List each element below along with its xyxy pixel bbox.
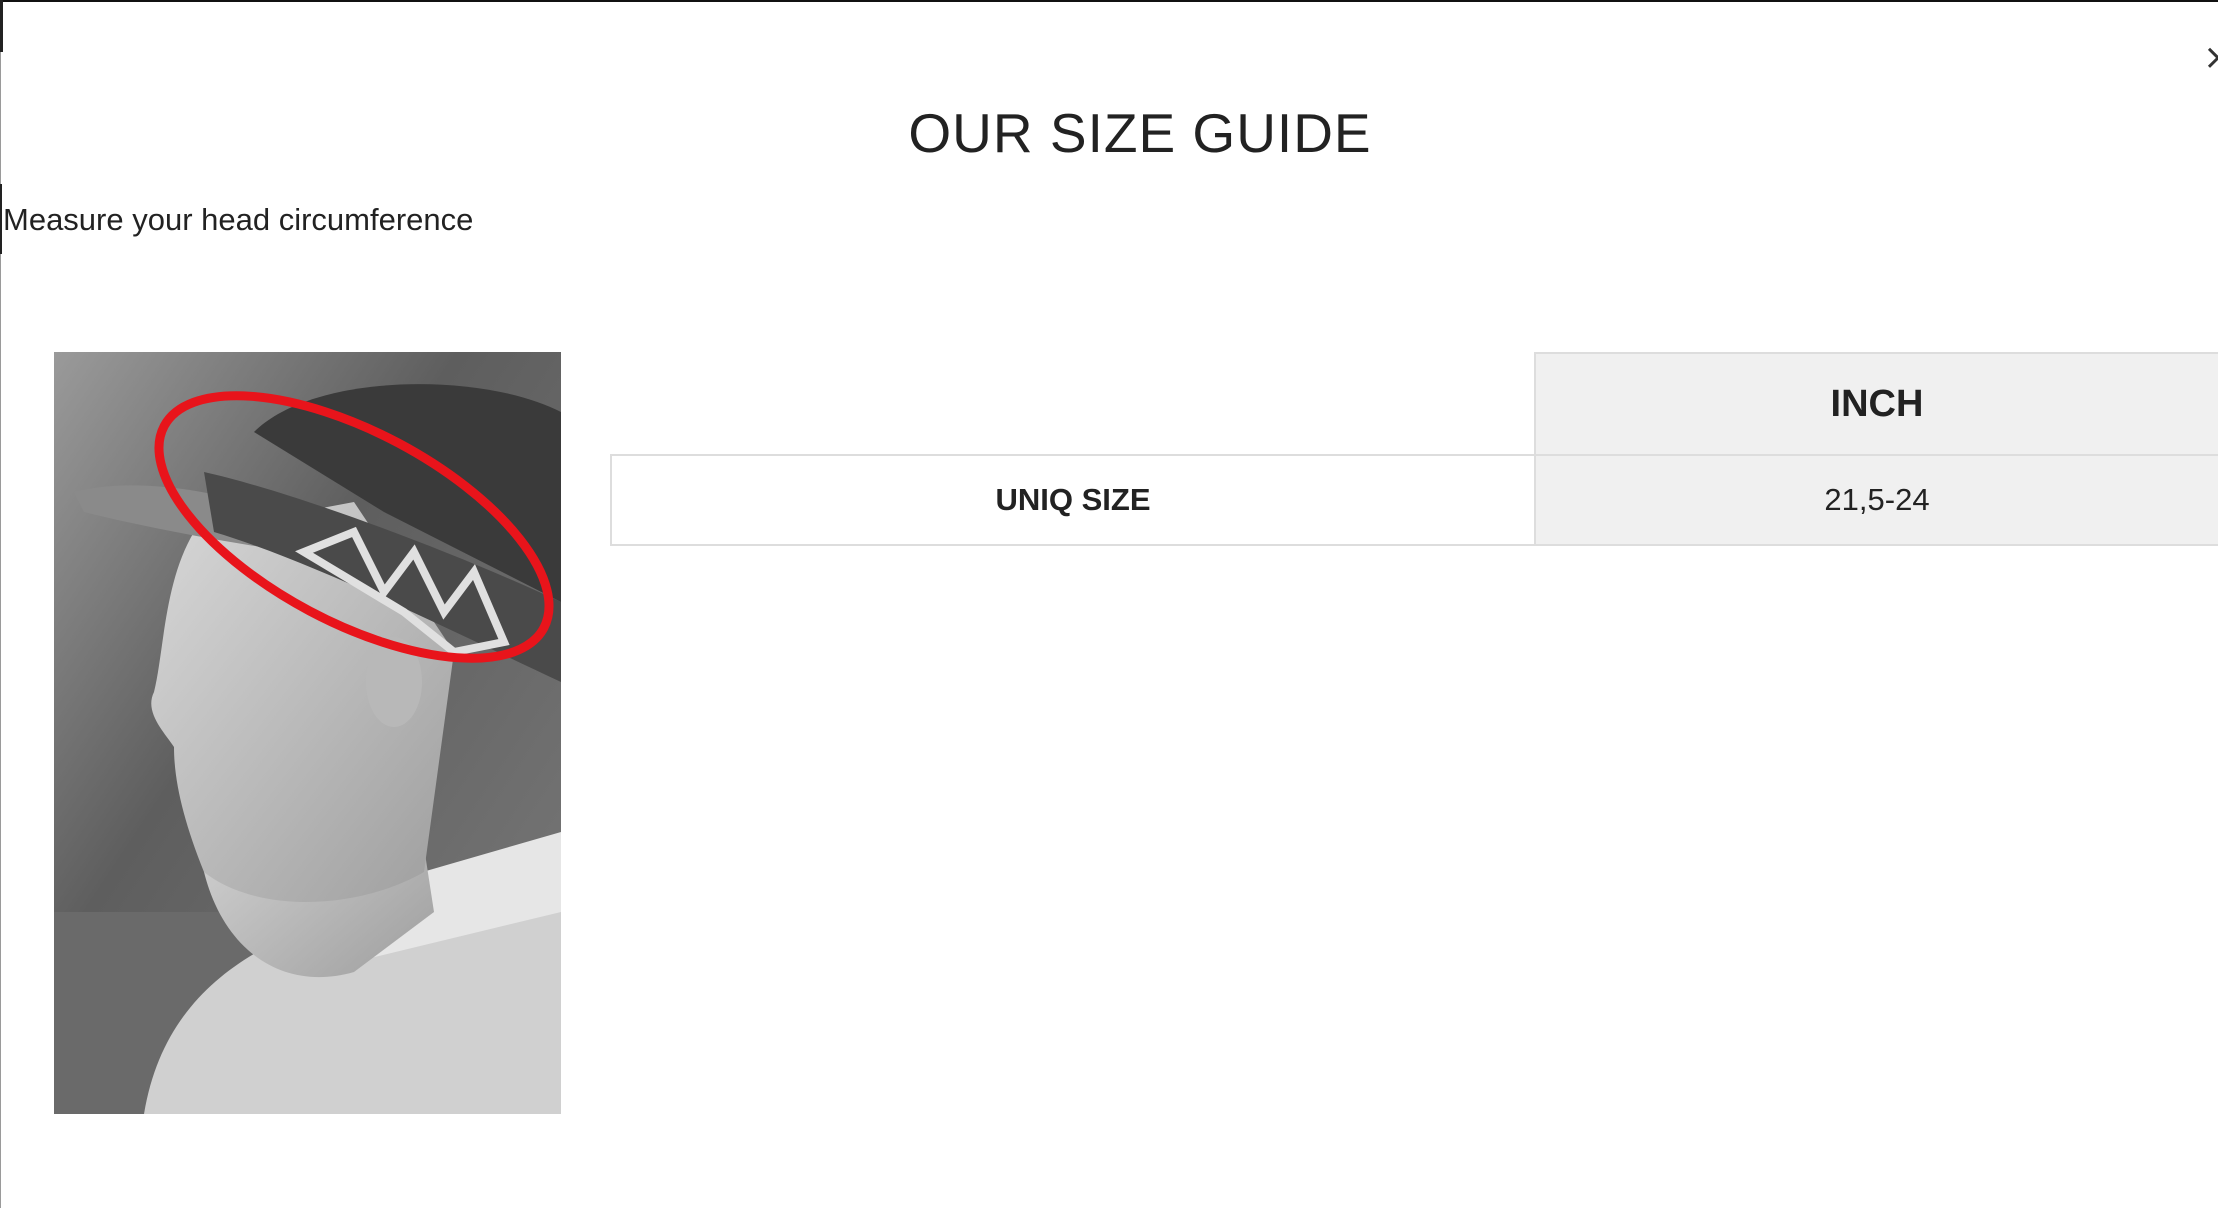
modal-top-border	[0, 0, 2218, 2]
background-edge	[0, 184, 2, 254]
row-label-uniq-size: UNIQ SIZE	[610, 454, 1536, 546]
table-header-row: INCH	[611, 352, 2218, 456]
background-edge	[0, 0, 3, 52]
modal-left-edge	[0, 0, 1, 1208]
table-corner-cell	[611, 353, 1535, 455]
column-header-inch: INCH	[1534, 352, 2218, 456]
close-icon[interactable]: ×	[2203, 38, 2218, 78]
modal-title: OUR SIZE GUIDE	[908, 102, 1372, 164]
head-measurement-image	[54, 352, 561, 1114]
size-guide-modal: × OUR SIZE GUIDE Measure your head circu…	[0, 0, 2218, 1208]
row-value-inch: 21,5-24	[1534, 454, 2218, 546]
intro-text: Measure your head circumference	[3, 202, 474, 237]
table-row: UNIQ SIZE 21,5-24	[610, 454, 2218, 546]
size-table: INCH UNIQ SIZE 21,5-24	[610, 352, 2218, 546]
